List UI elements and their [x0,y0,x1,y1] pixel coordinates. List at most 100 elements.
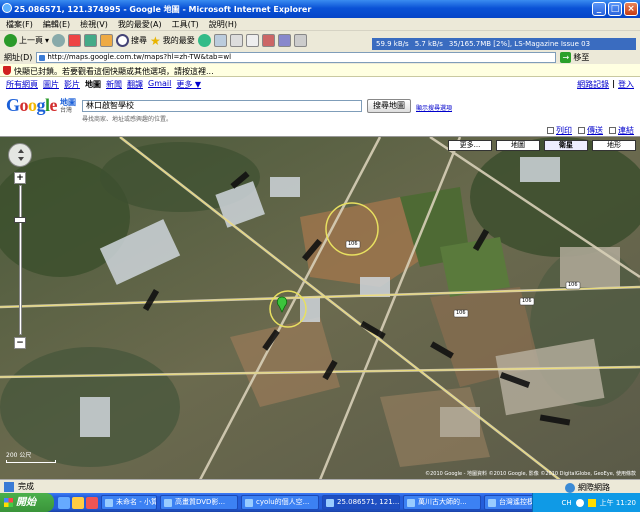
nav-videos[interactable]: 影片 [64,79,80,90]
magnifier-icon [116,34,130,47]
globe-icon [565,482,575,493]
menu-edit[interactable]: 編輯(E) [43,19,70,30]
map-type-map[interactable]: 地圖 [496,140,540,151]
nav-news[interactable]: 新聞 [106,79,122,90]
tray-network-icon[interactable] [575,498,584,507]
tray-volume-icon[interactable] [587,498,596,507]
menu-view[interactable]: 檢視(V) [80,19,108,30]
send-link[interactable]: 傳送 [578,125,603,136]
security-zone: 網際網路 [565,482,610,493]
nav-images[interactable]: 圖片 [43,79,59,90]
search-maps-button[interactable]: 搜尋地圖 [367,99,411,113]
popup-blocked-infobar[interactable]: 快顯已封鎖。若要觀看這個快顯或其他選項，請按這裡... [0,64,640,77]
taskbar: 開始 未命名 - 小算盤 高畫質DVD影... cyolu的個人空... 25.… [0,493,640,512]
home-icon[interactable] [100,34,114,47]
task-calculator[interactable]: 未命名 - 小算盤 [101,495,157,510]
menu-favorites[interactable]: 我的最愛(A) [118,19,162,30]
menu-bar: 檔案(F) 編輯(E) 檢視(V) 我的最愛(A) 工具(T) 說明(H) [0,18,640,30]
task-forum[interactable]: 萬川古大師的... [403,495,481,510]
media-launch-icon[interactable] [86,496,98,509]
close-button[interactable]: × [624,2,638,16]
quick-launch [58,496,98,509]
search-button[interactable]: 搜尋 [116,34,147,47]
upload-speed: 5.7 kB/s [414,40,443,48]
route-label: 106 [456,310,466,316]
shield-icon [3,66,11,75]
zoom-slider-thumb[interactable] [14,217,26,223]
satellite-imagery [0,137,640,479]
nav-gmail[interactable]: Gmail [148,79,171,90]
clock: 上午 11:20 [599,498,636,507]
web-page: 所有網頁 圖片 影片 地圖 新聞 翻譯 Gmail 更多 ▼ 網路記錄 | 登入… [0,77,640,479]
map-type-satellite[interactable]: 衛星 [544,140,588,151]
zoom-out-button[interactable]: − [14,337,26,349]
stop-icon[interactable] [68,34,82,47]
input-language[interactable]: CH [561,499,571,507]
research-icon[interactable] [277,34,291,47]
menu-file[interactable]: 檔案(F) [6,19,33,30]
map-scale: 200 公尺 [6,450,56,463]
ie-icon [2,3,12,13]
link-link[interactable]: 連結 [609,125,634,136]
refresh-icon[interactable] [84,34,98,47]
map-type-more[interactable]: 更多... [448,140,492,151]
go-arrow-icon: → [560,51,572,63]
address-input[interactable]: http://maps.google.com.tw/maps?hl=zh-TW&… [36,51,557,63]
infobar-text: 快顯已封鎖。若要觀看這個快顯或其他選項，請按這裡... [14,67,214,76]
minimize-button[interactable]: _ [592,2,606,16]
go-button[interactable]: → 移至 [560,51,589,63]
edit-icon[interactable] [245,34,259,47]
pan-control[interactable] [8,143,32,167]
print-link[interactable]: 列印 [547,125,572,136]
ie-launch-icon[interactable] [58,496,70,509]
account-links: 網路記錄 | 登入 [577,79,634,90]
route-label: 106 [522,298,532,304]
start-button[interactable]: 開始 [0,493,54,512]
satellite-map[interactable]: 106 106 106 106 更多... 地圖 衛星 地形 + − 200 公… [0,136,640,479]
printer-icon [547,127,554,134]
mail-icon[interactable] [213,34,227,47]
map-type-controls: 更多... 地圖 衛星 地形 [448,140,636,151]
map-type-terrain[interactable]: 地形 [592,140,636,151]
window-titlebar: 25.086571, 121.374995 - Google 地圖 - Micr… [0,0,640,18]
back-arrow-icon [4,34,17,47]
menu-tools[interactable]: 工具(T) [172,19,199,30]
task-blog[interactable]: cyolu的個人空... [241,495,319,510]
address-bar: 網址(D) http://maps.google.com.tw/maps?hl=… [0,50,640,64]
nav-more[interactable]: 更多 ▼ [176,79,201,90]
nav-web[interactable]: 所有網頁 [6,79,38,90]
menu-help[interactable]: 說明(H) [209,19,237,30]
task-google-maps[interactable]: 25.086571, 121... [322,495,400,510]
map-search-input[interactable]: 林口啟智學校 [82,100,362,112]
envelope-icon [578,127,585,134]
maximize-button[interactable]: □ [608,2,622,16]
zoom-in-button[interactable]: + [14,172,26,184]
back-button[interactable]: 上一頁 ▾ [4,34,49,47]
status-text: 完成 [18,482,34,491]
map-copyright: ©2010 Google - 地圖資料 ©2010 Google, 影像 ©20… [425,471,636,477]
web-history-link[interactable]: 網路記錄 [577,79,609,90]
media-icon[interactable] [197,34,211,47]
messenger-icon[interactable] [261,34,275,47]
window-title: 25.086571, 121.374995 - Google 地圖 - Micr… [14,5,312,14]
search-hint: 尋找商家、地址或感興趣的位置。 [82,116,173,123]
nav-translate[interactable]: 翻譯 [127,79,143,90]
favorites-button[interactable]: ★ 我的最愛 [150,34,195,48]
print-icon[interactable] [229,34,243,47]
account-separator: | [612,79,615,88]
route-label: 106 [568,282,578,288]
login-link[interactable]: 登入 [618,79,634,90]
status-bar: 完成 網際網路 [0,479,640,493]
extra-toolbar-icon[interactable] [293,34,307,47]
task-dvd[interactable]: 高畫質DVD影... [160,495,238,510]
window-controls: _ □ × [592,2,638,16]
zoom-slider-track[interactable] [19,185,22,335]
google-logo[interactable]: Google [6,95,58,116]
address-label: 網址(D) [4,52,33,62]
download-stats-bar: 59.9 kB/s 5.7 kB/s 35/165.7MB [2%], LS-M… [372,38,636,50]
forward-arrow-icon[interactable] [52,34,66,47]
nav-maps[interactable]: 地圖 [85,79,101,90]
search-options-link[interactable]: 顯示搜尋選項 [416,103,452,112]
folder-launch-icon[interactable] [72,496,84,509]
page-icon [4,481,14,492]
